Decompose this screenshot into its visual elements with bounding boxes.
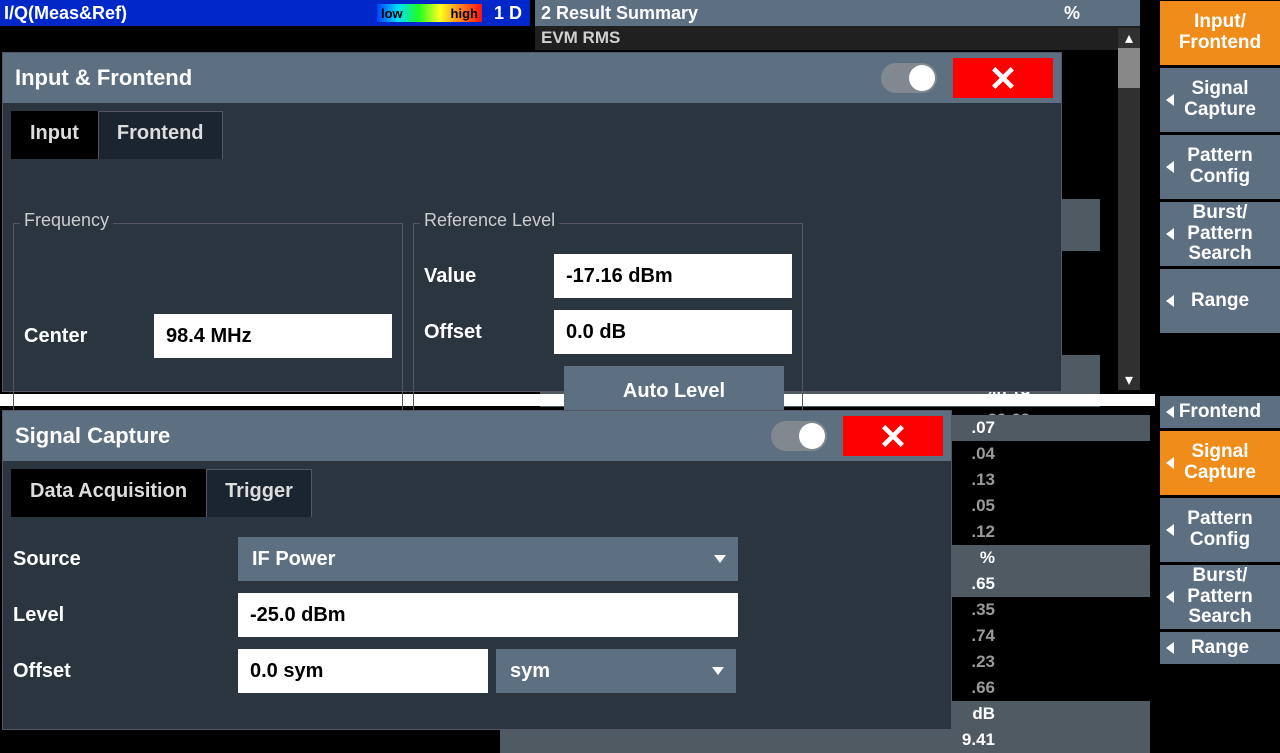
trigger-offset-unit-select[interactable]: sym: [496, 649, 736, 693]
softkey-pattern-config[interactable]: Pattern Config: [1160, 135, 1280, 199]
expand-left-icon: [1166, 228, 1174, 240]
reflevel-value-label: Value: [424, 265, 554, 288]
expand-left-icon: [1166, 457, 1174, 469]
reflevel-legend: Reference Level: [420, 210, 559, 231]
expand-left-icon: [1166, 591, 1174, 603]
close-icon: [879, 422, 907, 450]
trigger-offset-label: Offset: [13, 660, 238, 683]
chevron-down-icon: [712, 667, 724, 675]
softkeys-top: Input/ FrontendSignal CapturePattern Con…: [1158, 0, 1280, 335]
dialog1-title: Input & Frontend: [15, 65, 192, 91]
expand-left-icon: [1166, 406, 1174, 418]
spectrum-bar: low high: [377, 4, 482, 22]
softkey-burst-pattern-search[interactable]: Burst/ Pattern Search: [1160, 565, 1280, 629]
softkey-frontend[interactable]: Frontend: [1160, 396, 1280, 428]
iq-header: I/Q(Meas&Ref) low high 1 D: [0, 0, 530, 26]
spectrum-indicator: low high 1 D: [377, 3, 530, 24]
expand-left-icon: [1166, 524, 1174, 536]
softkey-range[interactable]: Range: [1160, 269, 1280, 333]
softkey-input-frontend[interactable]: Input/ Frontend: [1160, 1, 1280, 65]
softkeys-bottom: FrontendSignal CapturePattern ConfigBurs…: [1158, 395, 1280, 666]
trigger-level-input[interactable]: -25.0 dBm: [238, 593, 738, 637]
softkey-signal-capture[interactable]: Signal Capture: [1160, 431, 1280, 495]
expand-left-icon: [1166, 642, 1174, 654]
chevron-down-icon: [714, 555, 726, 563]
dialog1-tabs: Input Frontend: [11, 111, 1061, 159]
dialog2-tabs: Data Acquisition Trigger: [11, 469, 951, 517]
frequency-legend: Frequency: [20, 210, 113, 231]
dialog2-close-button[interactable]: [843, 416, 943, 456]
softkey-burst-pattern-search[interactable]: Burst/ Pattern Search: [1160, 202, 1280, 266]
expand-left-icon: [1166, 161, 1174, 173]
softkey-signal-capture[interactable]: Signal Capture: [1160, 68, 1280, 132]
spectrum-num: 1 D: [486, 3, 530, 24]
center-input[interactable]: 98.4 MHz: [154, 314, 392, 358]
dialog2-toggle[interactable]: [771, 421, 827, 451]
frequency-fieldset: Frequency Center 98.4 MHz: [13, 223, 403, 433]
scroll-thumb[interactable]: [1118, 48, 1140, 88]
scroll-up-icon[interactable]: ▴: [1118, 28, 1140, 48]
result-row: 9.41: [500, 727, 1150, 753]
source-select[interactable]: IF Power: [238, 537, 738, 581]
tab-frontend[interactable]: Frontend: [98, 111, 223, 159]
source-label: Source: [13, 548, 238, 571]
tab-input[interactable]: Input: [11, 111, 98, 159]
reflevel-fieldset: Reference Level Value -17.16 dBm Offset …: [413, 223, 803, 433]
trigger-level-label: Level: [13, 604, 238, 627]
expand-left-icon: [1166, 295, 1174, 307]
dialog1-toggle[interactable]: [881, 63, 937, 93]
expand-left-icon: [1166, 94, 1174, 106]
scroll-down-icon[interactable]: ▾: [1118, 370, 1140, 390]
iq-title: I/Q(Meas&Ref): [4, 3, 127, 24]
signal-capture-dialog: Signal Capture Data Acquisition Trigger …: [2, 410, 952, 730]
tab-trigger[interactable]: Trigger: [206, 469, 312, 517]
dialog1-close-button[interactable]: [953, 58, 1053, 98]
results-scrollbar[interactable]: ▴ ▾: [1118, 28, 1140, 390]
center-label: Center: [24, 325, 154, 348]
input-frontend-dialog: Input & Frontend Input Frontend Frequenc…: [2, 52, 1062, 392]
reflevel-offset-label: Offset: [424, 321, 554, 344]
evm-rms-row: EVM RMS: [535, 26, 1140, 50]
reflevel-offset-input[interactable]: 0.0 dB: [554, 310, 792, 354]
auto-level-button[interactable]: Auto Level: [564, 366, 784, 416]
tab-data-acquisition[interactable]: Data Acquisition: [11, 469, 206, 517]
reflevel-value-input[interactable]: -17.16 dBm: [554, 254, 792, 298]
softkey-pattern-config[interactable]: Pattern Config: [1160, 498, 1280, 562]
softkey-range[interactable]: Range: [1160, 632, 1280, 664]
dialog1-titlebar: Input & Frontend: [3, 53, 1061, 103]
dialog2-titlebar: Signal Capture: [3, 411, 951, 461]
trigger-offset-input[interactable]: 0.0 sym: [238, 649, 488, 693]
dialog2-title: Signal Capture: [15, 423, 170, 449]
result-summary-header: 2 Result Summary %: [535, 0, 1140, 26]
close-icon: [989, 64, 1017, 92]
